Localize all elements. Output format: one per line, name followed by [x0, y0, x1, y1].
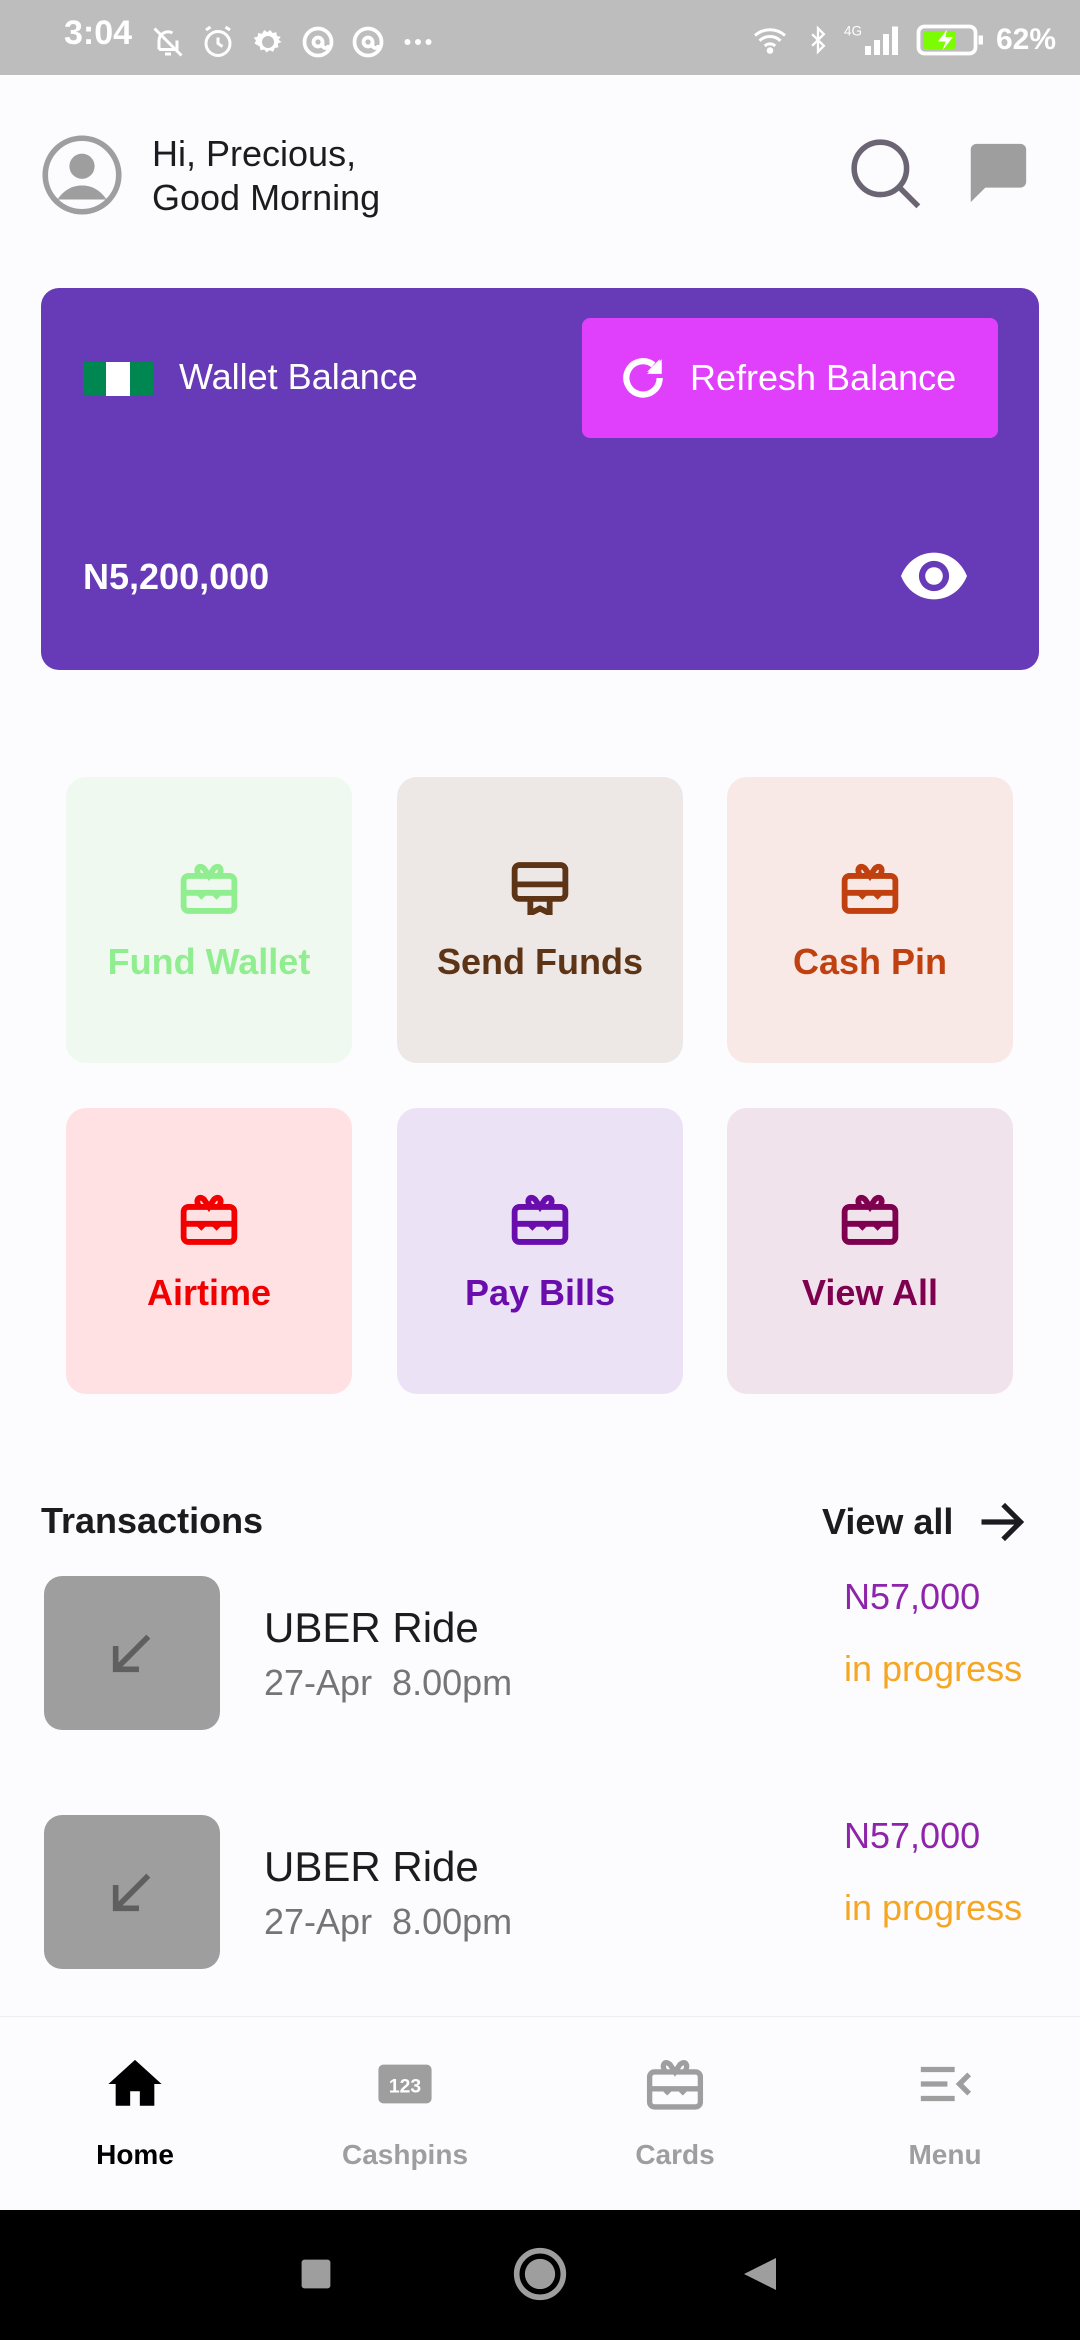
transaction-name: UBER Ride: [264, 1604, 479, 1651]
pay-bills-tile[interactable]: Pay Bills: [397, 1108, 683, 1394]
tile-label: Pay Bills: [464, 1272, 616, 1313]
transaction-status: in progress: [844, 1648, 1023, 1689]
wallet-card: Wallet Balance Refresh Balance N5,200,00…: [41, 288, 1039, 670]
arrow-forward-icon: [981, 1502, 1025, 1542]
bluetooth-icon: [811, 25, 826, 55]
bottom-navigation: Home 123 Cashpins Cards Menu: [0, 2016, 1080, 2210]
tile-label: Airtime: [146, 1272, 272, 1313]
more-icon: [404, 39, 432, 45]
status-icons-right: 4G 62%: [748, 22, 1056, 58]
send-funds-tile[interactable]: Send Funds: [397, 777, 683, 1063]
nav-item-cards[interactable]: Cards: [540, 2017, 810, 2211]
transaction-date: 27-Apr 8.00pm: [264, 1901, 513, 1942]
refresh-balance-label: Refresh Balance: [690, 357, 957, 398]
card-membership-icon: [511, 862, 569, 915]
notifications-off-icon: [153, 27, 183, 57]
search-icon[interactable]: [848, 136, 922, 210]
svg-text:123: 123: [389, 2076, 421, 2097]
south-west-arrow-icon: [112, 1634, 151, 1673]
transaction-thumbnail: [44, 1815, 220, 1969]
greeting-line1: Hi, Precious,: [152, 133, 357, 174]
back-button[interactable]: [740, 2254, 780, 2294]
transaction-row[interactable]: UBER Ride 27-Apr 8.00pm N57,000 in progr…: [0, 1576, 1080, 1736]
view-all-tile[interactable]: View All: [727, 1108, 1013, 1394]
wifi-icon: [753, 28, 786, 54]
refresh-icon: [623, 358, 663, 398]
nav-item-home[interactable]: Home: [0, 2017, 270, 2211]
transaction-thumbnail: [44, 1576, 220, 1730]
tile-label: Send Funds: [437, 941, 643, 982]
card-giftcard-icon: [841, 863, 899, 914]
transaction-row[interactable]: UBER Ride 27-Apr 8.00pm N57,000 in progr…: [0, 1815, 1080, 1975]
greeting-line2: Good Morning: [152, 177, 381, 218]
home-button[interactable]: [512, 2246, 568, 2302]
nav-label: Home: [96, 2139, 174, 2170]
transaction-amount: N57,000: [844, 1815, 981, 1856]
recents-button[interactable]: [298, 2256, 334, 2292]
tile-label: Fund Wallet: [107, 941, 311, 982]
settings-icon: [253, 30, 282, 53]
card-giftcard-icon: [646, 2060, 704, 2110]
account-circle-icon[interactable]: [40, 133, 124, 217]
nav-item-menu[interactable]: Menu: [810, 2017, 1080, 2211]
refresh-balance-button[interactable]: Refresh Balance: [582, 318, 998, 438]
home-icon: [108, 2059, 162, 2106]
status-time: 3:04: [64, 14, 133, 52]
wallet-balance-label: Wallet Balance: [179, 356, 418, 397]
view-all-transactions-link[interactable]: View all: [822, 1496, 1027, 1548]
greeting: Hi, Precious, Good Morning: [152, 132, 380, 220]
transaction-name: UBER Ride: [264, 1843, 479, 1890]
transaction-amount: N57,000: [844, 1576, 981, 1617]
transaction-status: in progress: [844, 1887, 1023, 1928]
status-icons-left: [150, 24, 436, 60]
airtime-tile[interactable]: Airtime: [66, 1108, 352, 1394]
status-bar: 3:04 4G 62%: [0, 0, 1080, 75]
fund-wallet-tile[interactable]: Fund Wallet: [66, 777, 352, 1063]
south-west-arrow-icon: [112, 1873, 151, 1912]
card-giftcard-icon: [841, 1194, 899, 1245]
visibility-icon[interactable]: [901, 552, 967, 600]
at-sign-icon: [302, 26, 334, 58]
battery-percent: 62%: [995, 23, 1056, 56]
tile-label: View All: [801, 1272, 939, 1313]
card-giftcard-icon: [180, 863, 238, 914]
nigeria-flag-icon: [83, 362, 153, 396]
chat-icon[interactable]: [960, 138, 1034, 208]
nav-label: Menu: [908, 2139, 982, 2170]
nav-label: Cards: [635, 2139, 715, 2170]
transactions-title: Transactions: [41, 1500, 264, 1541]
card-giftcard-icon: [511, 1194, 569, 1245]
menu-open-icon: [920, 2066, 972, 2102]
transaction-date: 27-Apr 8.00pm: [264, 1662, 513, 1703]
nav-item-cashpins[interactable]: 123 Cashpins: [270, 2017, 540, 2211]
svg-text:4G: 4G: [844, 24, 862, 39]
nav-label: Cashpins: [341, 2139, 469, 2170]
pin-123-icon: 123: [378, 2064, 432, 2104]
tile-label: Cash Pin: [792, 941, 948, 982]
system-navigation-bar: [0, 2210, 1080, 2340]
card-giftcard-icon: [180, 1194, 238, 1245]
cash-pin-tile[interactable]: Cash Pin: [727, 777, 1013, 1063]
at-sign-icon: [352, 26, 384, 58]
battery-charging-icon: [916, 24, 983, 56]
view-all-label: View all: [822, 1501, 954, 1542]
alarm-icon: [204, 25, 232, 57]
wallet-balance-amount: N5,200,000: [83, 556, 270, 597]
signal-icon: 4G: [844, 24, 898, 55]
